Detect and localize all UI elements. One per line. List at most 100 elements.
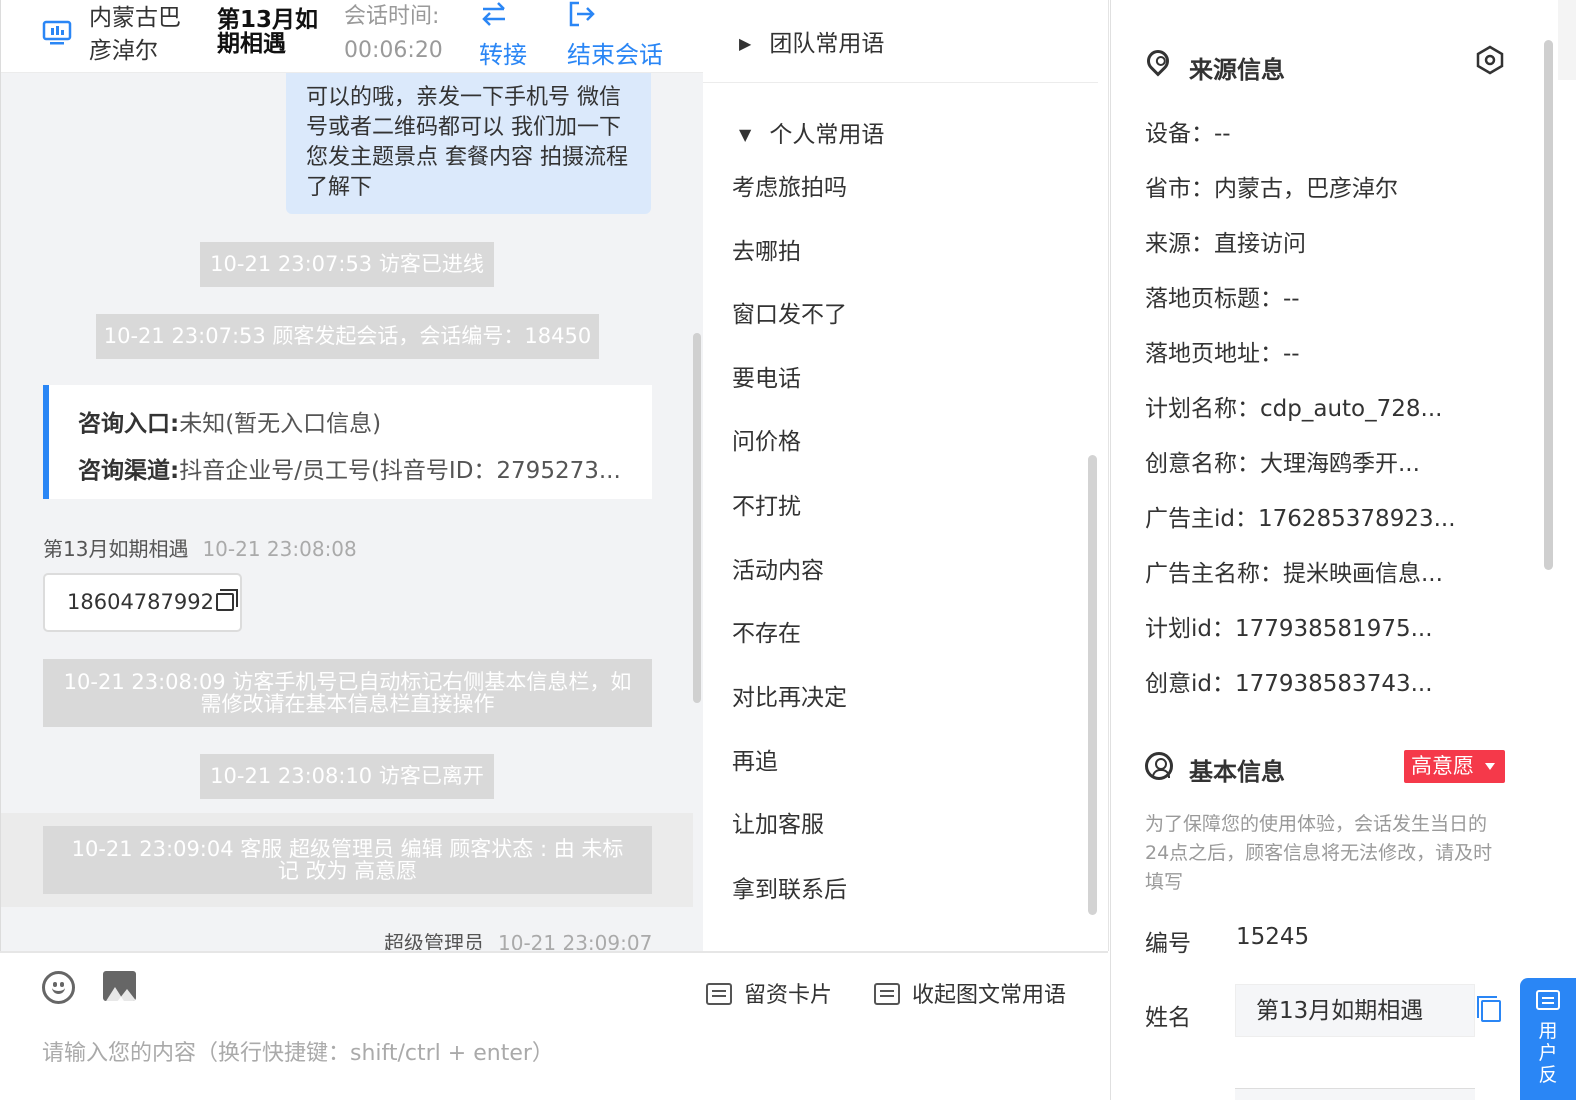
consult-info-card: 咨询入口:未知(暂无入口信息) 咨询渠道:抖音企业号/员工号(抖音号ID：279… [43,385,652,499]
landing-page-url: 落地页地址：-- [1145,341,1300,367]
personal-phrases-group[interactable]: ▼ 个人常用语 [739,115,884,149]
message-input[interactable]: 请输入您的内容（换行快捷键：shift/ctrl + enter） [42,1035,554,1067]
end-session-label: 结束会话 [567,41,663,69]
agent-message-meta: 超级管理员 10-21 23:09:07 [384,927,652,950]
caret-down-icon [1485,763,1495,770]
lead-card-button[interactable]: 留资卡片 [706,977,832,1009]
message-list[interactable]: 可以的哦，亲发一下手机号 微信号或者二维码都可以 我们加一下您发主题景点 套餐内… [1,73,704,950]
campaign-name: 计划名称：cdp_auto_728... [1145,396,1443,422]
image-icon[interactable] [103,971,136,1001]
visitor-phone-message[interactable]: 18604787992 [43,573,242,632]
consult-channel-value: 抖音企业号/员工号(抖音号ID：2795273... [179,458,621,484]
feedback-label: 用户反 [1538,1020,1558,1086]
sender-name: 超级管理员 [384,931,484,950]
lead-card-label: 留资卡片 [744,983,833,1008]
campaign-id: 计划id：177938581975... [1145,616,1433,642]
phrase-item[interactable]: 再追 [732,742,778,776]
scroll-track [1558,0,1576,80]
collapse-phrases-label: 收起图文常用语 [912,983,1067,1008]
phrase-item[interactable]: 要电话 [732,359,801,393]
system-message: 10-21 23:08:10 访客已离开 [200,754,494,799]
name-label: 姓名 [1145,1005,1191,1031]
phrase-item[interactable]: 不存在 [732,614,801,648]
message-composer: 留资卡片 收起图文常用语 请输入您的内容（换行快捷键：shift/ctrl + … [0,951,1108,1100]
next-field[interactable] [1235,1088,1475,1100]
intent-status-dropdown[interactable]: 高意愿 [1404,750,1505,783]
message-time: 10-21 23:08:08 [202,537,357,561]
id-label: 编号 [1145,931,1191,957]
team-phrases-label: 团队常用语 [769,31,885,57]
transfer-label: 转接 [479,41,527,69]
phrases-scrollbar[interactable] [1088,455,1097,915]
system-message: 10-21 23:08:09 访客手机号已自动标记右侧基本信息栏，如需修改请在基… [43,659,652,727]
consult-channel-label: 咨询渠道: [78,458,180,484]
message-icon [874,983,900,1005]
visitor-location: 内蒙古巴彦淖尔 [89,5,181,64]
end-session-button[interactable]: 结束会话 [567,0,677,70]
transfer-button[interactable]: 转接 [479,0,539,70]
advertiser-name: 广告主名称：提米映画信息... [1145,561,1443,587]
message-time: 10-21 23:09:07 [498,931,653,950]
intent-status-label: 高意愿 [1411,754,1474,778]
settings-hex-icon[interactable] [1476,45,1504,75]
copy-icon[interactable] [1477,996,1501,1022]
outgoing-message: 可以的哦，亲发一下手机号 微信号或者二维码都可以 我们加一下您发主题景点 套餐内… [286,73,651,214]
source-device: 设备：-- [1145,121,1231,147]
phrase-item[interactable]: 拿到联系后 [732,870,847,904]
phrase-item[interactable]: 考虑旅拍吗 [732,168,847,202]
system-message: 10-21 23:09:04 客服 超级管理员 编辑 顾客状态 : 由 未标记 … [43,826,652,894]
consult-entry-row: 咨询入口:未知(暂无入口信息) [78,401,652,448]
phrase-item[interactable]: 活动内容 [732,551,824,585]
copy-icon[interactable] [215,589,238,611]
phrase-item[interactable]: 让加客服 [732,805,824,839]
landing-page-title: 落地页标题：-- [1145,286,1300,312]
divider [703,82,1098,83]
phrase-item[interactable]: 对比再决定 [732,678,847,712]
location-pin-icon [1142,45,1174,77]
caret-down-icon: ▼ [739,125,752,144]
creative-name: 创意名称：大理海鸥季开... [1145,451,1420,477]
visitor-info-panel: 来源信息 设备：-- 省市：内蒙古，巴彦淖尔 来源：直接访问 落地页标题：-- … [1110,0,1540,1100]
monitor-icon [42,20,72,45]
chat-panel: 内蒙古巴彦淖尔 第13月如期相遇 会话时间: 00:06:20 转接 结束会话 … [0,0,704,1100]
emoji-mouth [52,986,65,994]
session-time: 00:06:20 [344,38,443,63]
team-phrases-group[interactable]: ▶ 团队常用语 [739,24,884,58]
emoji-icon[interactable] [42,971,75,1004]
system-message: 10-21 23:07:53 访客已进线 [200,242,494,287]
sender-name: 第13月如期相遇 [43,537,189,561]
id-value: 15245 [1236,924,1310,950]
message-icon [706,983,732,1005]
visitor-name: 第13月如期相遇 [217,7,319,57]
collapse-phrases-button[interactable]: 收起图文常用语 [874,977,1066,1009]
phrase-item[interactable]: 去哪拍 [732,232,801,266]
source-region: 省市：内蒙古，巴彦淖尔 [1145,176,1398,202]
phrase-item[interactable]: 不打扰 [732,487,801,521]
consult-channel-row: 咨询渠道:抖音企业号/员工号(抖音号ID：2795273... [78,448,652,495]
logout-icon [569,1,595,27]
caret-right-icon: ▶ [739,34,752,53]
chat-header: 内蒙古巴彦淖尔 第13月如期相遇 会话时间: 00:06:20 转接 结束会话 [1,0,704,73]
phrase-item[interactable]: 窗口发不了 [732,295,847,329]
phrase-item[interactable]: 问价格 [732,422,801,456]
system-message: 10-21 23:07:53 顾客发起会话，会话编号：18450 [96,314,599,359]
source-channel: 来源：直接访问 [1145,231,1306,257]
transfer-icon [482,2,505,26]
edit-notice: 为了保障您的使用体验，会话发生当日的24点之后，顾客信息将无法修改，请及时填写 [1145,813,1493,893]
consult-entry-label: 咨询入口: [78,411,180,437]
feedback-icon [1536,990,1560,1010]
page-scrollbar[interactable] [1544,40,1553,570]
personal-phrases-label: 个人常用语 [769,122,885,148]
advertiser-id: 广告主id：176285378923... [1145,506,1456,532]
session-time-label: 会话时间: [344,4,440,29]
basic-info-title: 基本信息 [1189,758,1285,786]
user-circle-icon [1145,752,1173,780]
feedback-button[interactable]: 用户反 [1520,978,1576,1100]
creative-id: 创意id：177938583743... [1145,671,1433,697]
phrases-panel: ▶ 团队常用语 ▼ 个人常用语 考虑旅拍吗 去哪拍 窗口发不了 要电话 问价格 不打… [703,0,1109,951]
visitor-message-meta: 第13月如期相遇 10-21 23:08:08 [43,533,357,562]
chat-scrollbar[interactable] [693,333,701,703]
page-scrollbar-area [1540,0,1576,1100]
name-field[interactable]: 第13月如期相遇 [1235,984,1475,1037]
consult-entry-value: 未知(暂无入口信息) [179,411,382,437]
